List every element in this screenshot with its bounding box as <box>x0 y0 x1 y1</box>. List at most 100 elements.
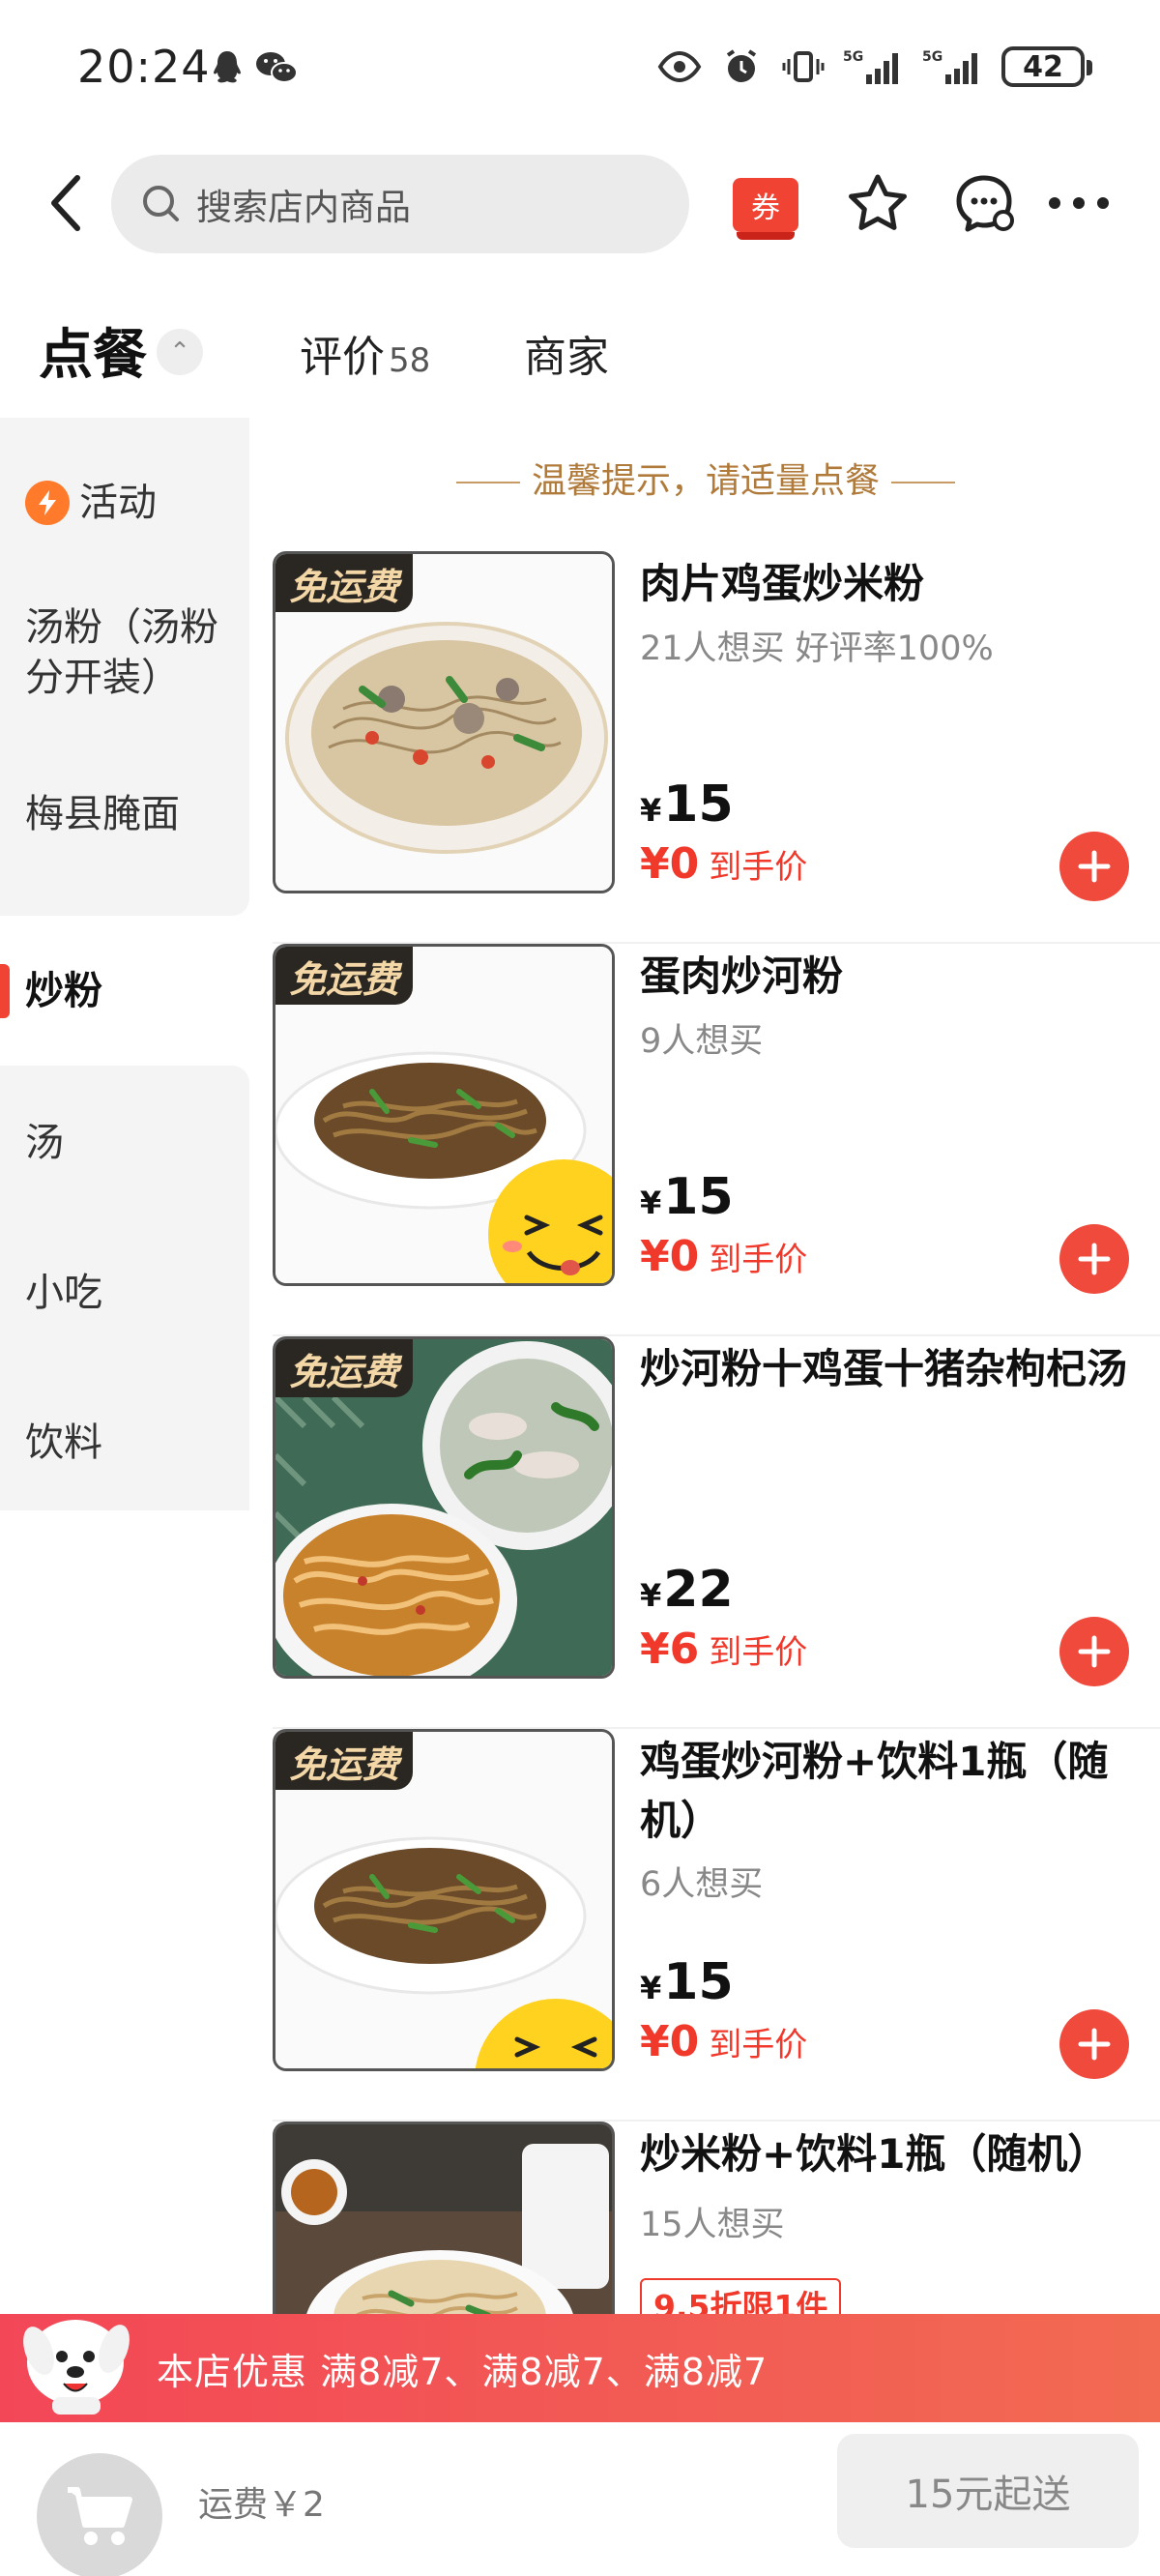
favorite-button[interactable] <box>843 168 913 238</box>
cart-bar: 运费￥2 15元起送 <box>0 2422 1160 2576</box>
product-name: 鸡蛋炒河粉+饮料1瓶（随机） <box>640 1738 1109 1844</box>
back-button[interactable] <box>37 169 95 237</box>
cart-button[interactable] <box>37 2453 162 2576</box>
search-input[interactable]: 搜索店内商品 <box>111 155 689 253</box>
sidebar-item-label: 汤 <box>25 1121 64 1165</box>
product-stats: 6人想买 <box>640 1865 764 1904</box>
tab-order[interactable]: 点餐 <box>39 311 147 390</box>
product-stats: 9人想买 <box>640 1022 764 1061</box>
add-to-cart-button[interactable] <box>1059 1224 1129 1294</box>
product-image[interactable]: 免运费 <box>273 1729 615 2071</box>
tab-merchant[interactable]: 商家 <box>524 322 609 384</box>
sidebar-item-drinks[interactable]: 饮料 <box>0 1385 249 1501</box>
product-image[interactable] <box>273 2122 615 2314</box>
product-price: ¥15 <box>640 1168 734 1226</box>
promotion-text: 本店优惠 满8减7、满8减7、满8减7 <box>157 2350 768 2393</box>
alarm-icon <box>726 49 757 82</box>
sidebar-item-label: 小吃 <box>25 1271 102 1315</box>
product-stats: 21人想买 好评率100% <box>640 629 994 668</box>
tab-reviews[interactable]: 评价 58 <box>300 322 430 384</box>
fried-rice-noodle-combo-image <box>276 2124 612 2314</box>
product-name: 蛋肉炒河粉 <box>640 952 844 1000</box>
chat-service-icon <box>956 175 1014 232</box>
nav-bar: 搜索店内商品 券 <box>0 135 1160 271</box>
tab-reviews-label: 评价 <box>300 333 385 382</box>
product-final-price: ¥0 到手价 <box>640 839 808 889</box>
free-delivery-tag: 免运费 <box>276 947 414 1005</box>
product-price: ¥22 <box>640 1561 734 1619</box>
customer-service-button[interactable] <box>949 168 1019 238</box>
eye-icon <box>657 50 702 83</box>
sidebar-item-snacks[interactable]: 小吃 <box>0 1235 249 1351</box>
vibrate-icon <box>782 51 825 82</box>
ordering-tip: 温馨提示，请适量点餐 <box>445 453 967 503</box>
plus-icon <box>1078 2028 1111 2061</box>
status-bar: 20:24 5G 5G 42 <box>0 0 1160 135</box>
sidebar-item-activity[interactable]: 活动 <box>0 456 249 548</box>
collapse-header-button[interactable]: ⌃ <box>157 329 203 375</box>
category-sidebar: 活动 汤粉（汤粉分开装） 梅县腌面 炒粉 汤 小吃 饮料 <box>0 418 249 1510</box>
product-price: ¥15 <box>640 776 734 834</box>
wechat-icon <box>256 52 298 83</box>
product-item[interactable]: 免运费 肉片鸡蛋炒米粉 21人想买 好评率100% ¥15 ¥0 到手价 <box>273 551 1160 944</box>
product-name: 炒米粉+饮料1瓶（随机） <box>640 2130 1109 2178</box>
sidebar-item-label: 活动 <box>79 480 157 525</box>
shopping-cart-icon <box>68 2487 132 2545</box>
product-final-price: ¥6 到手价 <box>640 1625 808 1674</box>
status-icons: 5G 5G 42 <box>657 46 1092 87</box>
sidebar-item-fried-noodles[interactable]: 炒粉 <box>0 916 249 1066</box>
plus-icon <box>1078 850 1111 883</box>
product-item[interactable]: 免运费 炒河粉十鸡蛋十猪杂枸杞汤 ¥22 ¥6 到手价 <box>273 1336 1160 1729</box>
product-stats: 15人想买 <box>640 2206 785 2244</box>
qq-icon <box>214 51 241 83</box>
product-image[interactable]: 免运费 <box>273 551 615 893</box>
sidebar-item-meixian-noodles[interactable]: 梅县腌面 <box>0 756 249 872</box>
plus-icon <box>1078 1635 1111 1668</box>
coupon-button[interactable]: 券 <box>733 178 798 240</box>
product-item[interactable]: 免运费 鸡蛋炒河粉+饮料1瓶（随机） 6人想买 ¥15 ¥0 到手价 <box>273 1729 1160 2122</box>
more-button[interactable] <box>1044 168 1114 238</box>
product-name: 炒河粉十鸡蛋十猪杂枸杞汤 <box>640 1345 1128 1392</box>
battery-indicator: 42 <box>1001 46 1092 87</box>
product-price: ¥15 <box>640 1953 734 2011</box>
svg-text:5G: 5G <box>843 49 863 65</box>
min-order-button[interactable]: 15元起送 <box>837 2434 1139 2548</box>
search-placeholder: 搜索店内商品 <box>196 187 411 228</box>
delivery-fee: 运费￥2 <box>198 2485 325 2525</box>
free-delivery-tag: 免运费 <box>276 554 414 612</box>
product-final-price: ¥0 到手价 <box>640 2017 808 2066</box>
signal-5g-icon-2: 5G <box>922 49 977 84</box>
status-time: 20:24 <box>77 41 211 93</box>
star-icon <box>849 174 907 230</box>
svg-text:5G: 5G <box>922 49 942 65</box>
add-to-cart-button[interactable] <box>1059 2009 1129 2079</box>
add-to-cart-button[interactable] <box>1059 832 1129 901</box>
joy-dog-mascot-icon <box>23 2320 130 2415</box>
product-name: 肉片鸡蛋炒米粉 <box>640 560 925 607</box>
free-delivery-tag: 免运费 <box>276 1732 414 1790</box>
sidebar-item-soup[interactable]: 汤 <box>0 1085 249 1201</box>
product-item[interactable]: 免运费 蛋肉炒河粉 9人想买 ¥15 ¥0 到手价 <box>273 944 1160 1336</box>
product-image[interactable]: 免运费 <box>273 944 615 1286</box>
sidebar-item-label: 炒粉 <box>25 968 102 1013</box>
product-item[interactable]: 炒米粉+饮料1瓶（随机） 15人想买 9.5折限1件 <box>273 2122 1160 2314</box>
store-promotion-banner[interactable]: 本店优惠 满8减7、满8减7、满8减7 <box>0 2314 1160 2422</box>
store-tabs: 点餐 ⌃ 评价 58 商家 <box>0 290 1160 406</box>
lightning-icon <box>25 480 70 525</box>
plus-icon <box>1078 1243 1111 1275</box>
sidebar-item-label: 梅县腌面 <box>25 792 180 836</box>
discount-badge: 9.5折限1件 <box>640 2278 842 2314</box>
tab-reviews-count: 58 <box>389 341 431 380</box>
free-delivery-tag: 免运费 <box>276 1339 414 1397</box>
more-dots-icon <box>1049 197 1109 209</box>
search-icon <box>143 186 179 221</box>
sidebar-item-label: 饮料 <box>25 1420 102 1465</box>
product-final-price: ¥0 到手价 <box>640 1232 808 1281</box>
sidebar-item-soup-noodles[interactable]: 汤粉（汤粉分开装） <box>0 590 222 716</box>
product-image[interactable]: 免运费 <box>273 1336 615 1679</box>
ordering-tip-text: 温馨提示，请适量点餐 <box>532 461 881 501</box>
sidebar-item-label: 汤粉（汤粉分开装） <box>25 605 218 700</box>
add-to-cart-button[interactable] <box>1059 1617 1129 1686</box>
chevron-left-icon <box>51 175 80 231</box>
signal-5g-icon: 5G <box>843 49 898 84</box>
